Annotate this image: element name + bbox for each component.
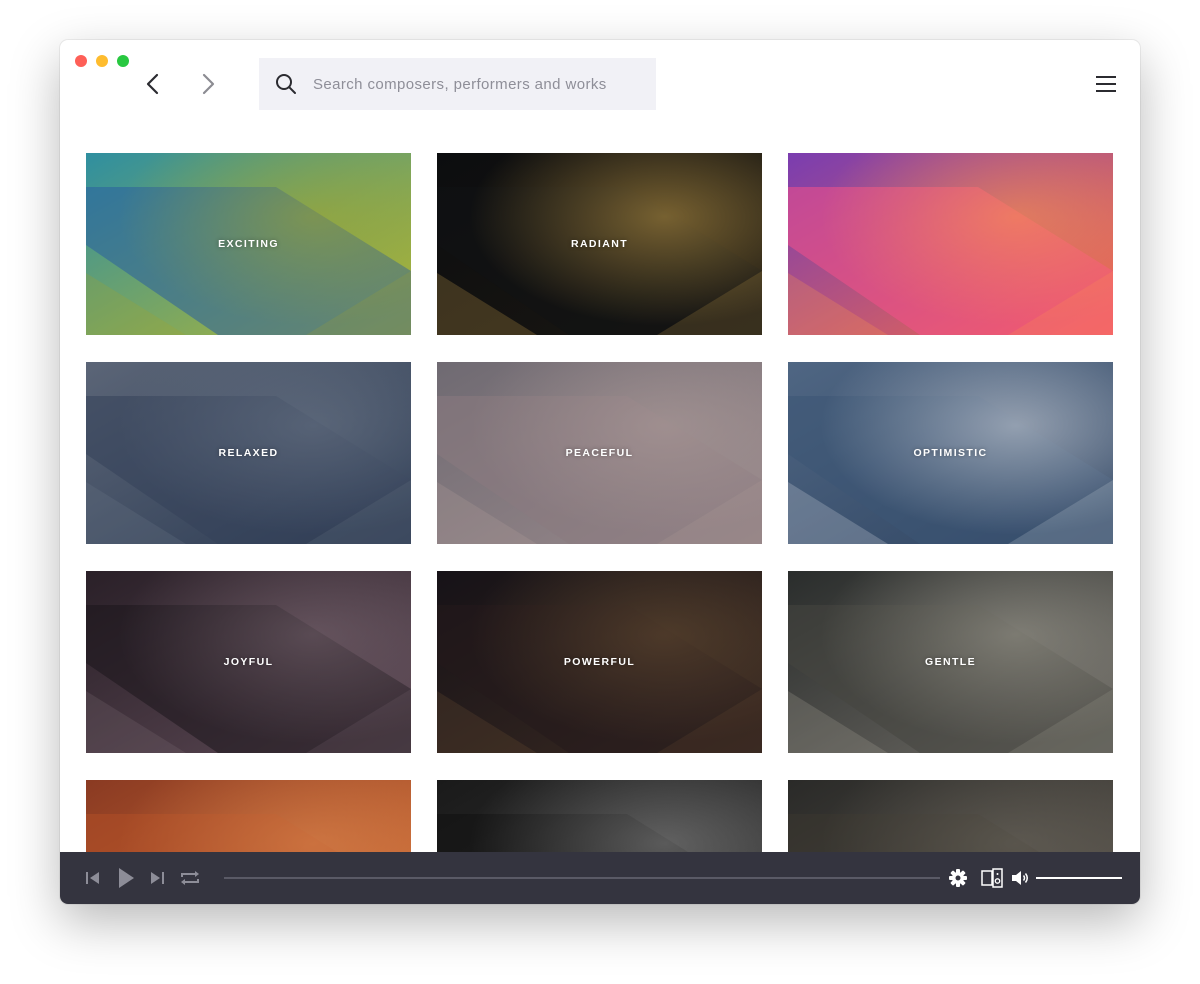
skip-forward-icon xyxy=(151,872,164,884)
volume-icon xyxy=(1012,871,1028,885)
mood-tile[interactable]: OPTIMISTIC xyxy=(788,362,1113,544)
repeat-button[interactable] xyxy=(178,866,202,893)
close-window-button[interactable] xyxy=(75,55,87,67)
gear-icon xyxy=(949,869,967,887)
window-controls xyxy=(75,55,129,67)
mood-tile[interactable]: POWERFUL xyxy=(437,571,762,753)
mood-label: GENTLE xyxy=(925,656,976,668)
zoom-window-button[interactable] xyxy=(117,55,129,67)
previous-track-button[interactable] xyxy=(84,866,102,893)
mood-tile[interactable]: RELAXED xyxy=(86,362,411,544)
menu-button[interactable] xyxy=(1094,72,1118,96)
minimize-window-button[interactable] xyxy=(96,55,108,67)
mood-label: EXCITING xyxy=(218,238,279,250)
mood-tile[interactable]: EXCITING xyxy=(86,153,411,335)
mood-tile[interactable]: GENTLE xyxy=(788,571,1113,753)
mood-tile[interactable]: RADIANT xyxy=(437,153,762,335)
speaker-device-icon xyxy=(981,868,1003,888)
player-bar xyxy=(60,852,1140,904)
search-icon xyxy=(276,74,296,94)
search-input[interactable] xyxy=(311,74,645,94)
skip-back-icon xyxy=(86,872,99,884)
progress-bar[interactable] xyxy=(224,877,940,879)
settings-button[interactable] xyxy=(947,866,969,893)
search-bar[interactable] xyxy=(259,58,656,110)
mute-button[interactable] xyxy=(1010,866,1030,893)
play-icon xyxy=(119,868,134,888)
mood-tile[interactable] xyxy=(788,153,1113,335)
volume-fill xyxy=(1036,877,1122,879)
next-track-button[interactable] xyxy=(148,866,166,893)
mood-label: RELAXED xyxy=(218,447,279,459)
forward-button[interactable] xyxy=(193,70,221,98)
repeat-icon xyxy=(181,871,199,885)
volume-slider[interactable] xyxy=(1036,877,1122,879)
output-device-button[interactable] xyxy=(980,866,1004,893)
mood-tile[interactable]: PEACEFUL xyxy=(437,362,762,544)
chevron-right-icon xyxy=(202,73,215,95)
back-button[interactable] xyxy=(140,70,168,98)
mood-label: JOYFUL xyxy=(223,656,274,668)
mood-label: RADIANT xyxy=(570,238,629,250)
app-window: EXCITING RADIANT RELAXED PEACEFUL OPTIMISTIC… xyxy=(60,40,1140,904)
mood-label: POWERFUL xyxy=(563,656,636,668)
play-button[interactable] xyxy=(116,866,136,893)
chevron-left-icon xyxy=(146,73,159,95)
mood-tile[interactable]: JOYFUL xyxy=(86,571,411,753)
mood-artwork xyxy=(788,153,1113,335)
hamburger-menu-icon xyxy=(1096,76,1116,92)
mood-label: OPTIMISTIC xyxy=(913,447,988,459)
mood-label: PEACEFUL xyxy=(565,447,634,459)
